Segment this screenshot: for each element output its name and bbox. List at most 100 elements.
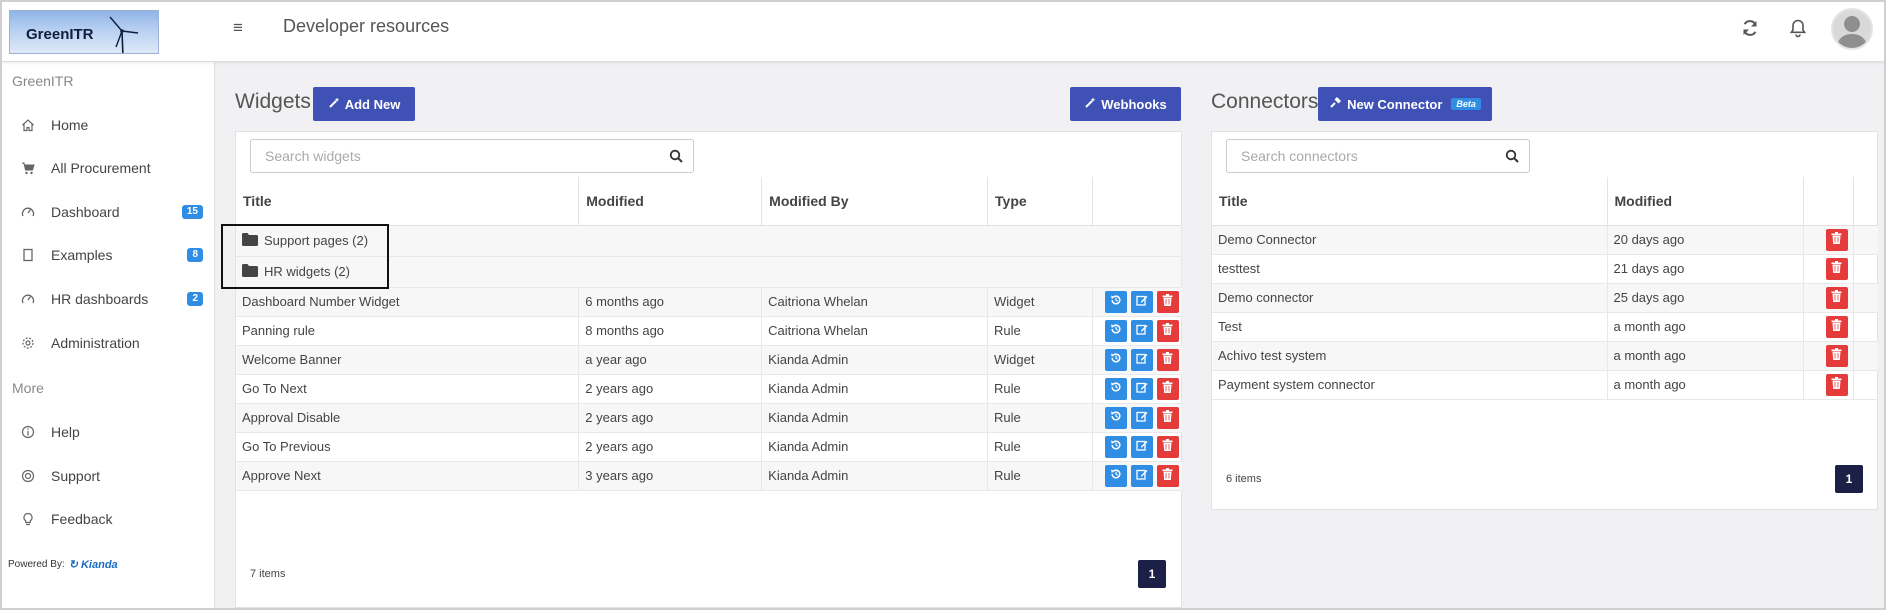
table-row[interactable]: Achivo test system a month ago (1212, 341, 1878, 371)
edit-button[interactable] (1130, 348, 1153, 371)
delete-button[interactable] (1156, 377, 1179, 400)
sidebar-item-all-procurement[interactable]: All Procurement (0, 150, 214, 186)
book-icon (20, 247, 36, 263)
cell-spacer (1853, 225, 1878, 255)
table-row[interactable]: Approve Next 3 years ago Kianda Admin Rule (236, 461, 1182, 491)
delete-button[interactable] (1156, 348, 1179, 371)
widgets-page-1-button[interactable]: 1 (1138, 560, 1166, 588)
column-header-modified[interactable]: Modified (578, 177, 763, 226)
table-row[interactable]: Approval Disable 2 years ago Kianda Admin R… (236, 403, 1182, 433)
table-row[interactable]: Test a month ago (1212, 312, 1878, 342)
sidebar-item-administration[interactable]: Administration (0, 325, 214, 361)
sidebar-item-feedback[interactable]: Feedback (0, 501, 214, 537)
cell-title: Welcome Banner (236, 345, 580, 375)
widgets-search-box[interactable] (250, 139, 694, 173)
delete-button[interactable] (1156, 319, 1179, 342)
menu-toggle-icon[interactable]: ≡ (228, 18, 248, 38)
table-row[interactable]: Dashboard Number Widget 6 months ago Caitr… (236, 287, 1182, 317)
sidebar-item-label: Examples (51, 247, 113, 263)
trash-icon (1162, 439, 1173, 454)
row-actions (1810, 315, 1853, 338)
column-header-title[interactable]: Title (236, 177, 580, 226)
sidebar-item-dashboard[interactable]: Dashboard 15 (0, 194, 214, 230)
cell-title: Go To Next (236, 374, 580, 404)
edit-button[interactable] (1130, 377, 1153, 400)
add-new-button[interactable]: Add New (313, 87, 415, 121)
edit-button[interactable] (1130, 464, 1153, 487)
edit-button[interactable] (1130, 290, 1153, 313)
delete-button[interactable] (1156, 435, 1179, 458)
table-row[interactable]: Go To Next 2 years ago Kianda Admin Rule (236, 374, 1182, 404)
delete-button[interactable] (1825, 344, 1848, 367)
connectors-page-1-button[interactable]: 1 (1835, 465, 1863, 493)
history-button[interactable] (1104, 348, 1127, 371)
column-header-type[interactable]: Type (987, 177, 1093, 226)
column-header-modified-by[interactable]: Modified By (761, 177, 989, 226)
history-button[interactable] (1104, 377, 1127, 400)
edit-icon (1136, 410, 1148, 425)
sidebar-item-hr-dashboards[interactable]: HR dashboards 2 (0, 281, 214, 317)
column-header-actions (1803, 177, 1854, 226)
edit-button[interactable] (1130, 406, 1153, 429)
cell-actions (1092, 403, 1182, 433)
column-header-modified[interactable]: Modified (1607, 177, 1804, 226)
history-button[interactable] (1104, 406, 1127, 429)
table-row[interactable]: Welcome Banner a year ago Kianda Admin Widg… (236, 345, 1182, 375)
kianda-brand: Kianda (80, 559, 118, 571)
history-icon (1110, 439, 1122, 454)
folder-label: HR widgets (2) (264, 264, 350, 279)
delete-button[interactable] (1825, 257, 1848, 280)
count-badge: 8 (187, 248, 203, 262)
table-row[interactable]: testtest 21 days ago (1212, 254, 1878, 284)
folder-row[interactable]: Support pages (2) (236, 225, 1182, 257)
add-new-label: Add New (344, 96, 401, 112)
sidebar-item-home[interactable]: Home (0, 107, 214, 143)
lifebuoy-icon (20, 468, 36, 484)
history-button[interactable] (1104, 319, 1127, 342)
history-button[interactable] (1104, 464, 1127, 487)
delete-button[interactable] (1825, 286, 1848, 309)
delete-button[interactable] (1156, 290, 1179, 313)
avatar[interactable] (1831, 8, 1873, 50)
table-row[interactable]: Go To Previous 2 years ago Kianda Admin Rul… (236, 432, 1182, 462)
cell-type: Rule (987, 403, 1093, 433)
search-icon[interactable] (669, 149, 683, 163)
powered-by: Powered By: ↻ Kianda (8, 558, 118, 571)
history-button[interactable] (1104, 290, 1127, 313)
cell-actions (1092, 461, 1182, 491)
column-header-title[interactable]: Title (1212, 177, 1608, 226)
delete-button[interactable] (1825, 315, 1848, 338)
table-row[interactable]: Demo connector 25 days ago (1212, 283, 1878, 313)
delete-button[interactable] (1825, 373, 1848, 396)
folder-row[interactable]: HR widgets (2) (236, 256, 1182, 288)
kianda-logo[interactable]: ↻ Kianda (69, 558, 118, 571)
new-connector-button[interactable]: New Connector Beta (1318, 87, 1492, 121)
table-header-row: Title Modified Modified By Type (236, 177, 1182, 226)
refresh-icon[interactable] (1740, 18, 1762, 40)
trash-icon (1831, 319, 1842, 334)
table-row[interactable]: Payment system connector a month ago (1212, 370, 1878, 400)
search-connectors-input[interactable] (1241, 148, 1501, 164)
delete-button[interactable] (1825, 228, 1848, 251)
cell-title: testtest (1212, 254, 1608, 284)
table-row[interactable]: Demo Connector 20 days ago (1212, 225, 1878, 255)
history-button[interactable] (1104, 435, 1127, 458)
search-widgets-input[interactable] (265, 148, 625, 164)
sidebar-item-examples[interactable]: Examples 8 (0, 237, 214, 273)
sidebar-item-support[interactable]: Support (0, 458, 214, 494)
bell-icon[interactable] (1788, 18, 1810, 40)
trash-icon (1162, 381, 1173, 396)
delete-button[interactable] (1156, 464, 1179, 487)
connectors-search-box[interactable] (1226, 139, 1530, 173)
webhooks-button[interactable]: Webhooks (1070, 87, 1181, 121)
delete-button[interactable] (1156, 406, 1179, 429)
sidebar-item-label: Feedback (51, 511, 113, 527)
table-row[interactable]: Panning rule 8 months ago Caitriona Whelan… (236, 316, 1182, 346)
sidebar-item-help[interactable]: Help (0, 414, 214, 450)
search-icon[interactable] (1505, 149, 1519, 163)
edit-button[interactable] (1130, 319, 1153, 342)
info-icon (20, 424, 36, 440)
edit-button[interactable] (1130, 435, 1153, 458)
connectors-item-count: 6 items (1226, 473, 1262, 485)
logo[interactable]: GreenITR (9, 10, 159, 54)
